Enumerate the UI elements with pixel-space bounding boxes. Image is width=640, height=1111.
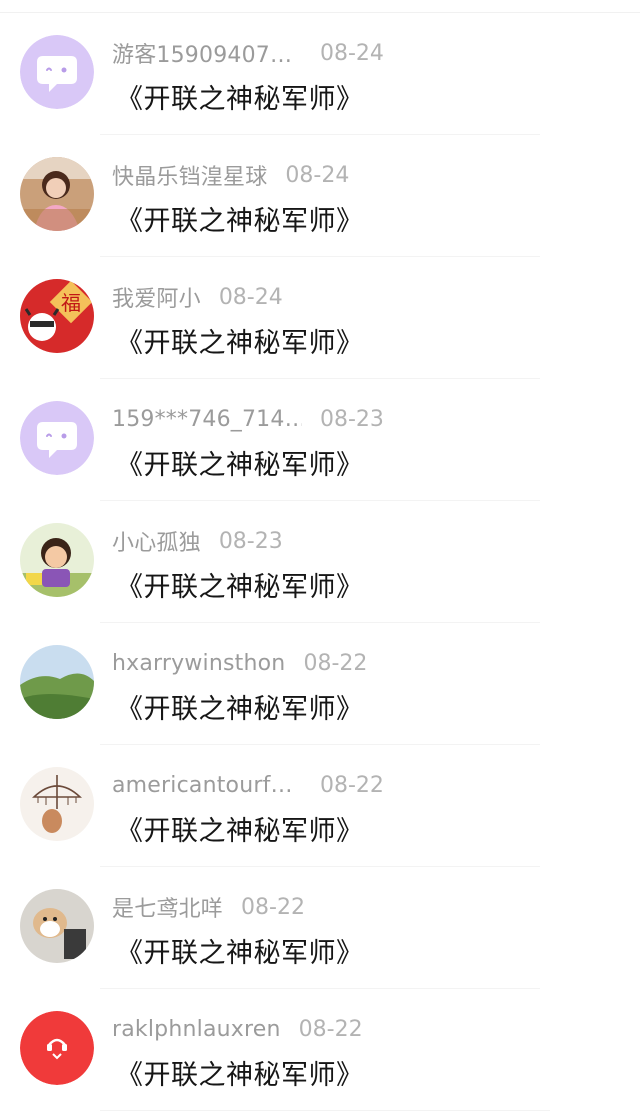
list-item[interactable]: 福 我爱阿小 08-24 《开联之神秘军师》 bbox=[0, 257, 640, 379]
green-hills-avatar-icon[interactable] bbox=[20, 645, 94, 719]
comment-date: 08-24 bbox=[285, 162, 350, 188]
default-chat-avatar-icon[interactable] bbox=[20, 35, 94, 109]
comment-date: 08-23 bbox=[218, 528, 283, 554]
comment-meta: 小心孤独 08-23 bbox=[112, 525, 283, 557]
list-item[interactable]: 小心孤独 08-23 《开联之神秘军师》 bbox=[0, 501, 640, 623]
comment-meta: raklphnlauxren 08-22 bbox=[112, 1014, 363, 1044]
comment-date: 08-24 bbox=[320, 40, 384, 66]
comment-text: 《开联之神秘军师》 bbox=[116, 328, 364, 359]
svg-text:福: 福 bbox=[61, 291, 81, 315]
shiba-dog-avatar-icon[interactable] bbox=[20, 889, 94, 963]
username[interactable]: 我爱阿小 bbox=[112, 281, 201, 313]
comment-text: 《开联之神秘军师》 bbox=[116, 938, 364, 969]
username[interactable]: 快晶乐铛湟星球 bbox=[112, 159, 267, 191]
comment-date: 08-22 bbox=[303, 650, 368, 676]
comment-date: 08-23 bbox=[320, 406, 384, 432]
username[interactable]: 小心孤独 bbox=[112, 525, 201, 557]
girl-photo-avatar-icon[interactable] bbox=[20, 157, 94, 231]
list-item[interactable]: 游客15909407… 08-24 《开联之神秘军师》 bbox=[0, 13, 640, 135]
comment-text: 《开联之神秘军师》 bbox=[116, 84, 364, 115]
cartoon-boy-avatar-icon[interactable] bbox=[20, 523, 94, 597]
list-item[interactable]: americantourf… 08-22 《开联之神秘军师》 bbox=[0, 745, 640, 867]
username[interactable]: 游客15909407… bbox=[112, 37, 302, 69]
comment-meta: 159***746_714… 08-23 bbox=[112, 404, 384, 434]
comment-meta: hxarrywinsthon 08-22 bbox=[112, 648, 367, 678]
default-chat-avatar-icon[interactable] bbox=[20, 401, 94, 475]
comment-date: 08-22 bbox=[298, 1016, 363, 1042]
red-logo-avatar-icon[interactable] bbox=[20, 1011, 94, 1085]
comment-text: 《开联之神秘军师》 bbox=[116, 450, 364, 481]
comment-text: 《开联之神秘军师》 bbox=[116, 1060, 364, 1091]
fu-cow-avatar-icon[interactable]: 福 bbox=[20, 279, 94, 353]
comment-meta: 游客15909407… 08-24 bbox=[112, 37, 384, 69]
comment-meta: 快晶乐铛湟星球 08-24 bbox=[112, 159, 350, 191]
username[interactable]: hxarrywinsthon bbox=[112, 651, 285, 676]
comment-text: 《开联之神秘军师》 bbox=[116, 694, 364, 725]
comment-text: 《开联之神秘军师》 bbox=[116, 816, 364, 847]
list-item[interactable]: hxarrywinsthon 08-22 《开联之神秘军师》 bbox=[0, 623, 640, 745]
comment-text: 《开联之神秘军师》 bbox=[116, 572, 364, 603]
list-item[interactable]: 是七鸢北咩 08-22 《开联之神秘军师》 bbox=[0, 867, 640, 989]
username[interactable]: 159***746_714… bbox=[112, 407, 302, 432]
username[interactable]: 是七鸢北咩 bbox=[112, 891, 223, 923]
umbrella-drawing-avatar-icon[interactable] bbox=[20, 767, 94, 841]
comment-date: 08-22 bbox=[241, 894, 305, 920]
comment-date: 08-22 bbox=[320, 772, 384, 798]
list-item[interactable]: 快晶乐铛湟星球 08-24 《开联之神秘军师》 bbox=[0, 135, 640, 257]
comment-meta: 是七鸢北咩 08-22 bbox=[112, 891, 305, 923]
comment-list: 游客15909407… 08-24 《开联之神秘军师》 快晶乐铛湟星球 08-2… bbox=[0, 13, 640, 1111]
comment-meta: americantourf… 08-22 bbox=[112, 770, 384, 800]
username[interactable]: americantourf… bbox=[112, 773, 302, 798]
comment-meta: 我爱阿小 08-24 bbox=[112, 281, 283, 313]
comment-date: 08-24 bbox=[218, 284, 283, 310]
list-item[interactable]: raklphnlauxren 08-22 《开联之神秘军师》 bbox=[0, 989, 640, 1111]
username[interactable]: raklphnlauxren bbox=[112, 1017, 281, 1042]
comment-text: 《开联之神秘军师》 bbox=[116, 206, 364, 237]
list-item[interactable]: 159***746_714… 08-23 《开联之神秘军师》 bbox=[0, 379, 640, 501]
